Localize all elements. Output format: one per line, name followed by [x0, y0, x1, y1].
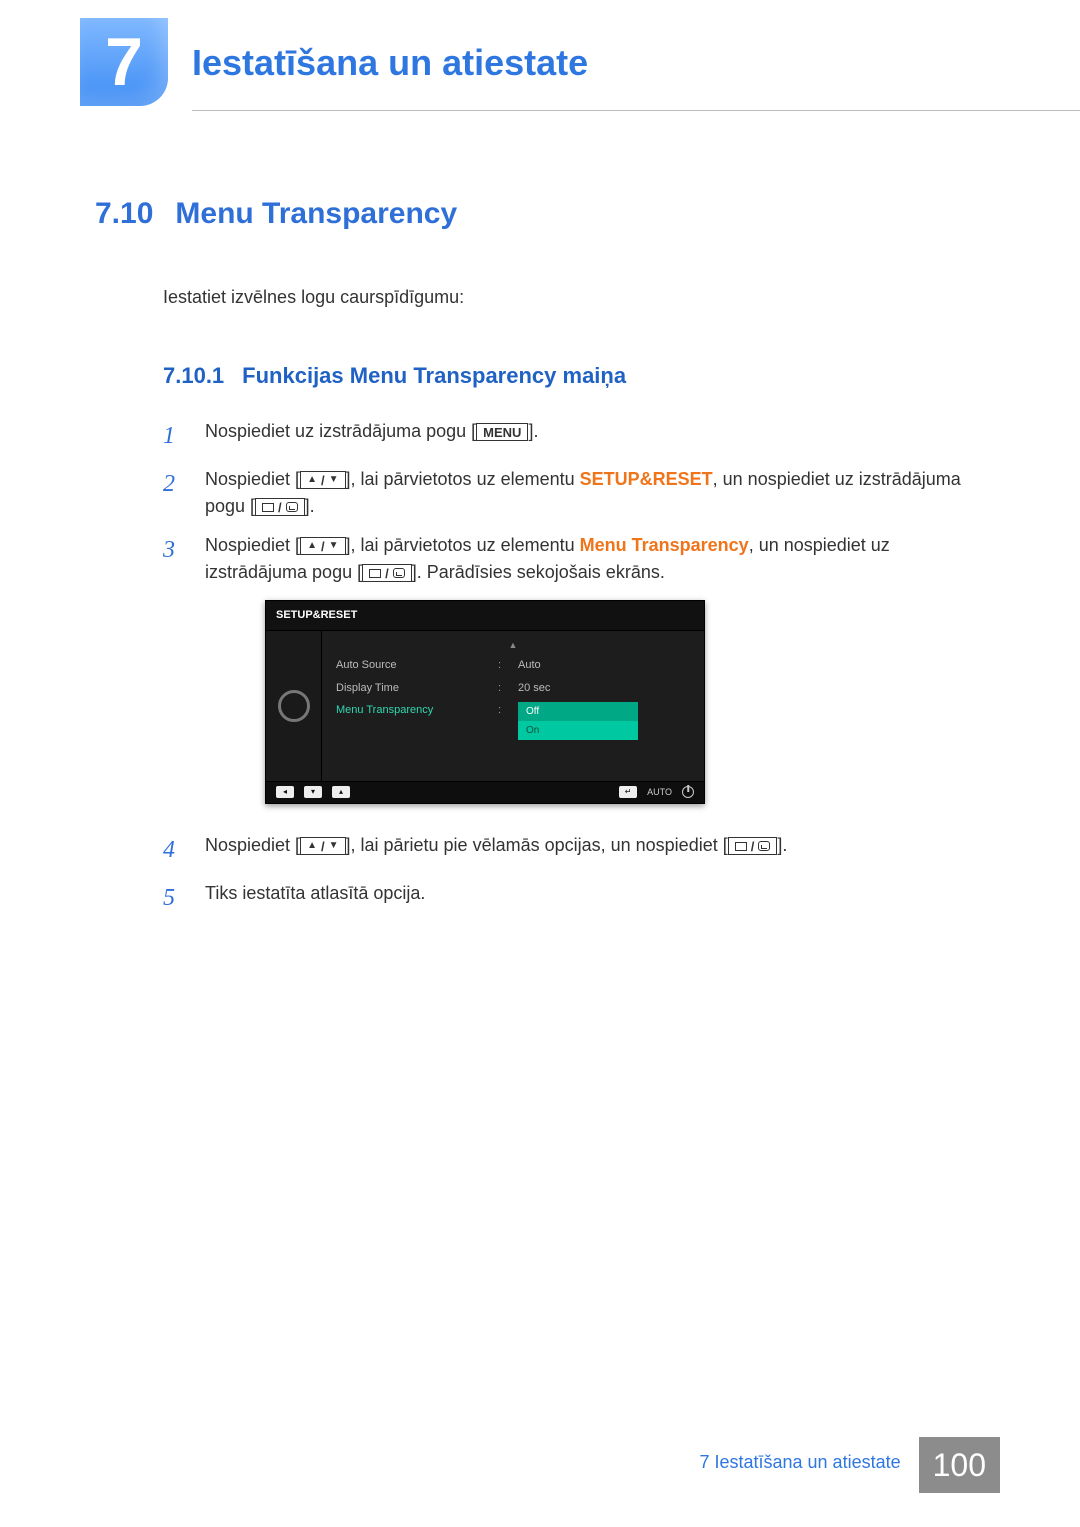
chapter-title: Iestatīšana un atiestate [192, 18, 1080, 90]
osd-row-menu-transparency: Menu Transparency : Off On [322, 699, 704, 743]
osd-footer-right: ↵ AUTO [619, 786, 694, 800]
scroll-up-icon: ▲ [322, 637, 704, 655]
section-head: 7.10 Menu Transparency [95, 191, 990, 236]
step-text: Nospiediet [▲/▼], lai pārvietotos uz ele… [205, 466, 990, 520]
keyword-menu-transparency: Menu Transparency [580, 535, 749, 555]
osd-footer: ◂ ▾ ▴ ↵ AUTO [266, 781, 704, 804]
select-enter-icon: / [728, 837, 778, 855]
step-2: 2 Nospiediet [▲/▼], lai pārvietotos uz e… [163, 466, 990, 520]
page-header: 7 Iestatīšana un atiestate [0, 0, 1080, 111]
power-icon [682, 786, 694, 798]
osd-option-off: Off [518, 702, 638, 721]
step-text: Tiks iestatīta atlasītā opcija. [205, 880, 990, 916]
osd-row-auto-source: Auto Source : Auto [322, 654, 704, 677]
osd-screenshot: SETUP&RESET ▲ Auto Source : Auto [265, 600, 990, 804]
nav-up-icon: ▴ [332, 786, 350, 798]
nav-left-icon: ◂ [276, 786, 294, 798]
step-number: 1 [163, 418, 189, 454]
osd-sidebar [266, 631, 322, 781]
osd-value: Auto [518, 657, 541, 674]
intro-text: Iestatiet izvēlnes logu caurspīdīgumu: [163, 284, 990, 311]
subsection-head: 7.10.1 Funkcijas Menu Transparency maiņa [163, 359, 990, 392]
step-3: 3 Nospiediet [▲/▼], lai pārvietotos uz e… [163, 532, 990, 820]
chapter-title-rule: Iestatīšana un atiestate [192, 18, 1080, 111]
osd-body: ▲ Auto Source : Auto Display Time : 20 s… [266, 631, 704, 781]
subsection-number: 7.10.1 [163, 359, 224, 392]
nav-down-icon: ▾ [304, 786, 322, 798]
page-content: 7.10 Menu Transparency Iestatiet izvēlne… [0, 111, 1080, 916]
osd-label: Display Time [336, 680, 486, 697]
osd-value: 20 sec [518, 680, 550, 697]
steps-list: 1 Nospiediet uz izstrādājuma pogu [MENU]… [163, 418, 990, 916]
step-text: Nospiediet uz izstrādājuma pogu [MENU]. [205, 418, 990, 454]
osd-footer-left: ◂ ▾ ▴ [276, 786, 350, 798]
step-1: 1 Nospiediet uz izstrādājuma pogu [MENU]… [163, 418, 990, 454]
subsection-title: Funkcijas Menu Transparency maiņa [242, 359, 626, 392]
osd-dropdown: Off On [518, 702, 638, 740]
enter-icon: ↵ [619, 786, 637, 798]
step-number: 2 [163, 466, 189, 520]
osd-label-active: Menu Transparency [336, 702, 486, 740]
footer-chapter-label: 7 Iestatīšana un atiestate [681, 1437, 918, 1493]
step-number: 5 [163, 880, 189, 916]
osd-row-display-time: Display Time : 20 sec [322, 677, 704, 700]
up-down-icon: ▲/▼ [300, 471, 345, 489]
osd-option-on: On [518, 721, 638, 740]
osd-label: Auto Source [336, 657, 486, 674]
gear-icon [278, 690, 310, 722]
auto-label: AUTO [647, 786, 672, 800]
select-enter-icon: / [255, 498, 305, 516]
section-title: Menu Transparency [175, 191, 457, 236]
step-4: 4 Nospiediet [▲/▼], lai pārietu pie vēla… [163, 832, 990, 868]
menu-button-icon: MENU [476, 423, 528, 441]
osd-title: SETUP&RESET [266, 601, 704, 631]
osd-main: ▲ Auto Source : Auto Display Time : 20 s… [322, 631, 704, 781]
page-footer: 7 Iestatīšana un atiestate 100 [681, 1437, 1000, 1493]
step-text: Nospiediet [▲/▼], lai pārvietotos uz ele… [205, 532, 990, 820]
step-number: 3 [163, 532, 189, 820]
up-down-icon: ▲/▼ [300, 537, 345, 555]
section-number: 7.10 [95, 191, 153, 236]
page-number: 100 [919, 1437, 1000, 1493]
step-5: 5 Tiks iestatīta atlasītā opcija. [163, 880, 990, 916]
chapter-number-badge: 7 [80, 18, 168, 106]
step-number: 4 [163, 832, 189, 868]
up-down-icon: ▲/▼ [300, 837, 345, 855]
keyword-setup-reset: SETUP&RESET [580, 469, 713, 489]
step-text: Nospiediet [▲/▼], lai pārietu pie vēlamā… [205, 832, 990, 868]
select-enter-icon: / [362, 564, 412, 582]
osd-panel: SETUP&RESET ▲ Auto Source : Auto [265, 600, 705, 804]
